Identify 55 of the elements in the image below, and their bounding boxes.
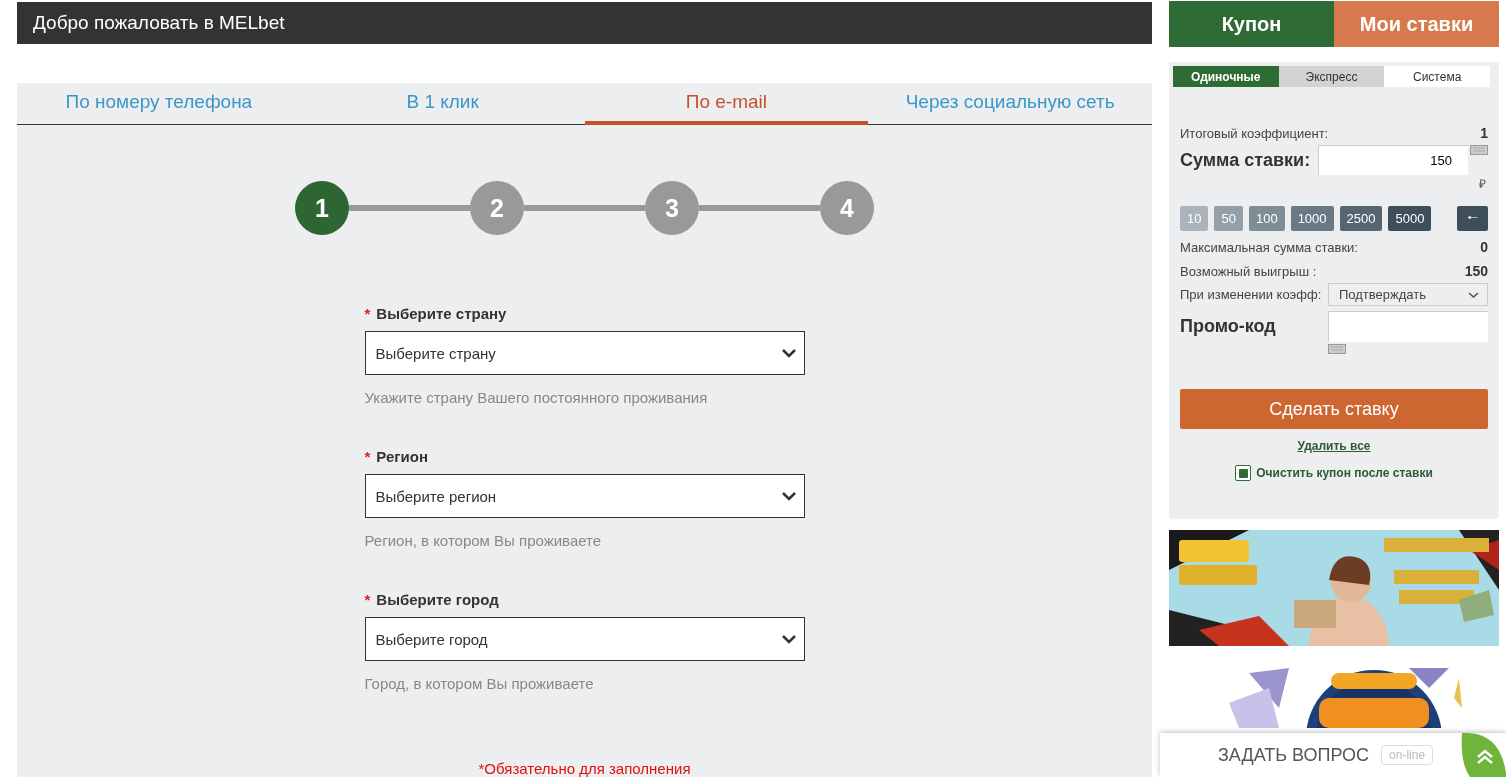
possible-win-value: 150 — [1464, 263, 1488, 279]
chevron-icon — [781, 491, 796, 501]
checkbox-label: Очистить купон после ставки — [1256, 466, 1433, 480]
scroll-up-icon[interactable] — [1460, 733, 1506, 777]
field-hint: Укажите страну Вашего постоянного проживания — [364, 389, 709, 406]
possible-win-label: Возможный выигрыш : — [1180, 263, 1317, 279]
bet-type-tab[interactable]: Одиночные — [1173, 66, 1279, 87]
amount-button[interactable]: 2500 — [1339, 206, 1383, 231]
select-field[interactable]: Выберите город — [364, 617, 805, 661]
max-stake-label: Максимальная сумма ставки: — [1180, 239, 1358, 255]
amount-button[interactable]: 5000 — [1388, 206, 1432, 231]
select-field[interactable]: Выберите регион — [364, 474, 805, 518]
field-hint: Город, в котором Вы проживаете — [364, 675, 595, 692]
step-circle: 3 — [645, 181, 699, 235]
required-note: *Обязательно для заполнения — [478, 760, 691, 777]
odds-change-label: При изменении коэфф: — [1180, 287, 1322, 302]
field-label: Выберите город — [376, 591, 499, 608]
field-label: Регион — [376, 448, 428, 465]
chevron-icon — [781, 634, 796, 644]
step-circle: 4 — [820, 181, 874, 235]
chat-bar[interactable]: ЗАДАТЬ ВОПРОС on-line — [1160, 733, 1506, 777]
place-bet-button[interactable]: Сделать ставку — [1180, 389, 1488, 429]
chevron-icon — [1468, 291, 1479, 298]
registration-tab[interactable]: По e-mail — [584, 83, 869, 125]
bet-type-tab[interactable]: Система — [1384, 66, 1490, 87]
stake-label: Сумма ставки: — [1180, 149, 1311, 171]
keyboard-icon[interactable] — [1328, 344, 1346, 354]
required-mark: * — [364, 591, 371, 608]
required-mark: * — [364, 305, 371, 322]
step-circle: 1 — [295, 181, 349, 235]
header-title: Добро пожаловать в MELbet — [33, 12, 285, 34]
chat-label: ЗАДАТЬ ВОПРОС — [1218, 744, 1370, 766]
amount-button[interactable]: 1000 — [1290, 206, 1334, 231]
coupon-tab[interactable]: Купон — [1169, 1, 1334, 47]
total-odds-label: Итоговый коэффициент: — [1180, 125, 1329, 141]
total-odds-value: 1 — [1480, 125, 1488, 141]
field-label: Выберите страну — [376, 305, 507, 322]
odds-change-dropdown[interactable]: Подтверждать — [1328, 283, 1488, 306]
delete-all-link[interactable]: Удалить все — [1297, 439, 1371, 453]
online-badge: on-line — [1381, 745, 1434, 765]
max-stake-value: 0 — [1480, 239, 1488, 255]
promo-input[interactable] — [1328, 311, 1488, 342]
step-circle: 2 — [470, 181, 524, 235]
chevron-icon — [781, 348, 796, 358]
keyboard-icon[interactable] — [1470, 145, 1488, 155]
currency-sign: ₽ — [1479, 177, 1486, 191]
amount-button[interactable]: 100 — [1248, 206, 1285, 231]
promo-label: Промо-код — [1180, 316, 1276, 337]
checkbox[interactable] — [1235, 465, 1252, 481]
bet-type-tab[interactable]: Экспресс — [1278, 66, 1385, 87]
select-field[interactable]: Выберите страну — [364, 331, 805, 375]
required-mark: * — [364, 448, 371, 465]
stake-input[interactable]: 150 — [1318, 145, 1468, 175]
backspace-button[interactable]: 🠐 — [1457, 206, 1488, 231]
field-hint: Регион, в котором Вы проживаете — [364, 532, 603, 549]
